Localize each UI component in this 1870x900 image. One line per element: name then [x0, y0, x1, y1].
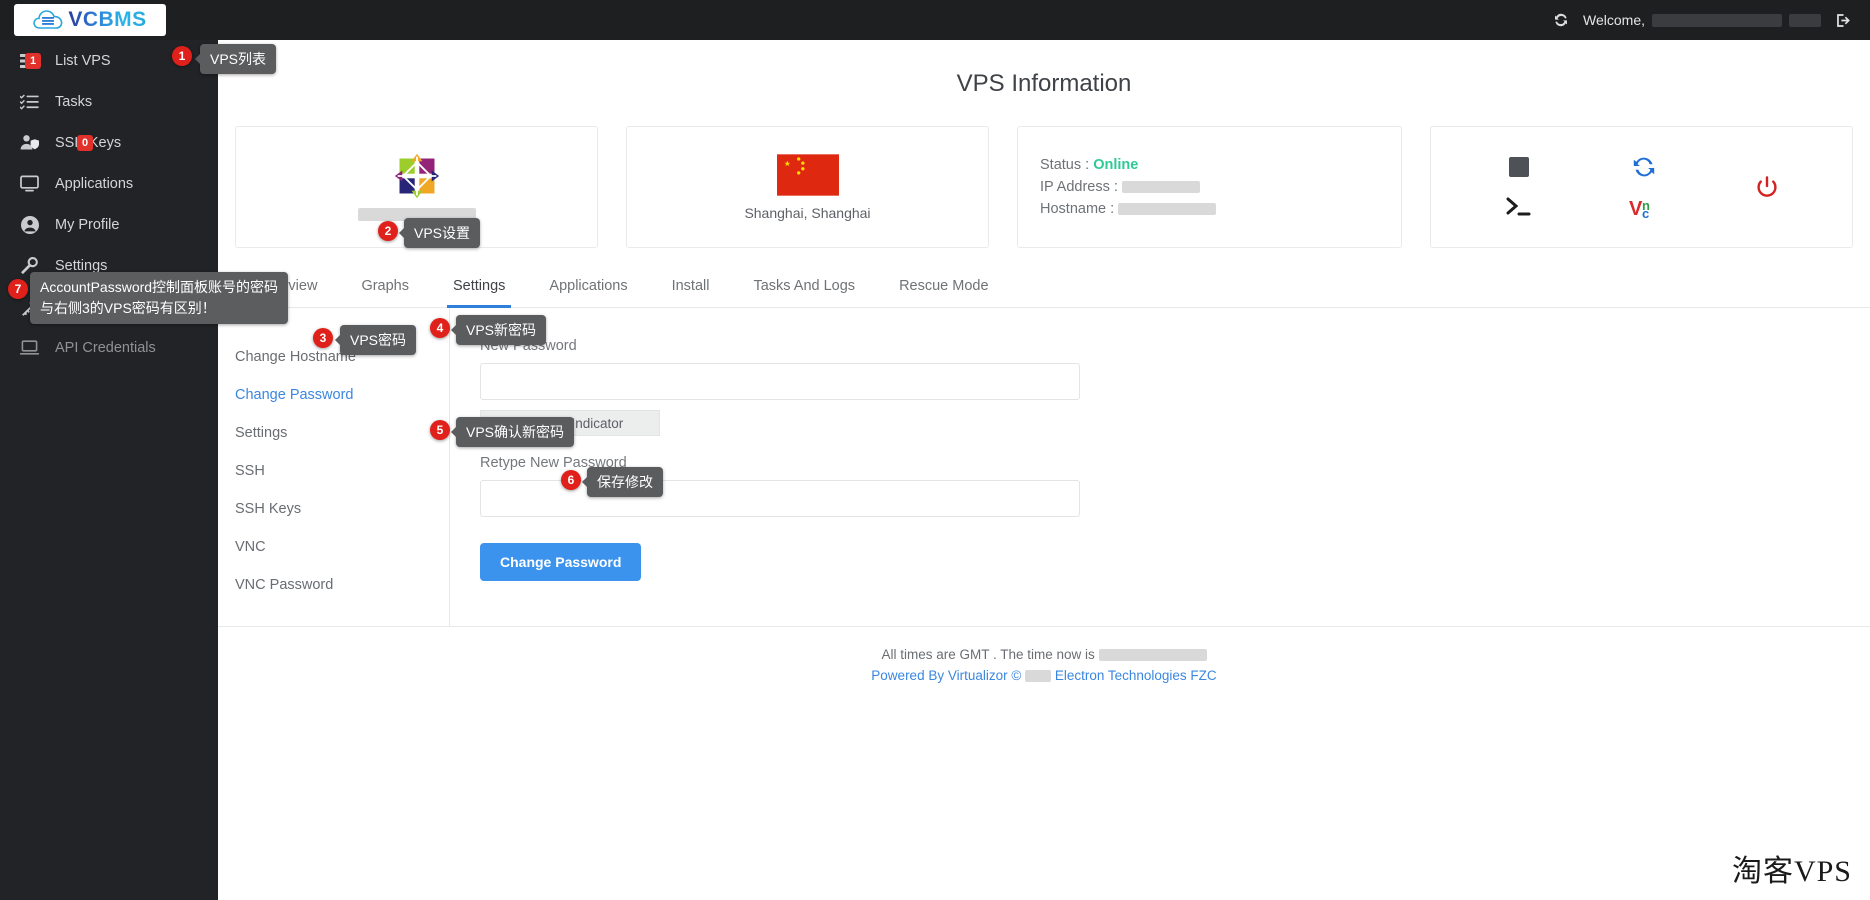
welcome-text: Welcome,: [1583, 12, 1821, 28]
vps-info-card: Status : Online IP Address : Hostname :: [1017, 126, 1402, 248]
page-footer: All times are GMT . The time now is Powe…: [218, 626, 1870, 683]
sidebar-badge-ssh-keys: 0: [77, 135, 93, 151]
sidebar-badge-list-vps: 1: [25, 53, 41, 69]
hostname-label: Hostname :: [1040, 201, 1114, 217]
welcome-label: Welcome,: [1583, 12, 1645, 28]
annotation-tip-3: VPS密码: [340, 325, 416, 355]
vps-tabs: Overview Graphs Settings Applications In…: [218, 248, 1870, 308]
tab-tasks-and-logs[interactable]: Tasks And Logs: [731, 274, 877, 307]
username-redacted-2: [1789, 14, 1821, 27]
sidebar-item-ssh-keys[interactable]: SSH Keys 0: [0, 122, 218, 163]
annotation-marker-5: 5: [430, 420, 450, 440]
submenu-item-change-password[interactable]: Change Password: [218, 376, 449, 414]
laptop-code-icon: [17, 340, 42, 356]
annotation-tip-2: VPS设置: [404, 218, 480, 248]
main-content: VPS Information: [218, 40, 1870, 900]
annotation-marker-7: 7: [8, 279, 28, 299]
submenu-item-ssh-keys[interactable]: SSH Keys: [218, 490, 449, 528]
ip-line: IP Address :: [1040, 178, 1200, 197]
annotation-marker-4: 4: [430, 318, 450, 338]
location-card: Shanghai, Shanghai: [626, 126, 989, 248]
tasks-list-icon: [17, 94, 42, 110]
ip-value-redacted: [1122, 181, 1200, 193]
watermark: 淘客VPS: [1732, 846, 1852, 890]
tab-graphs[interactable]: Graphs: [339, 274, 431, 307]
retype-password-label: Retype New Password: [480, 455, 1080, 471]
annotation-marker-1: 1: [172, 46, 192, 66]
footer-year-redacted: [1025, 670, 1051, 682]
actions-col-3: [1755, 175, 1779, 199]
status-label: Status :: [1040, 157, 1089, 173]
annotation-tip-4: VPS新密码: [456, 315, 546, 345]
status-badge: Online: [1093, 157, 1138, 173]
powered-by-virtualizor-link[interactable]: Powered By Virtualizor ©: [871, 668, 1021, 683]
sidebar-item-label: Tasks: [55, 94, 92, 110]
footer-credits: Powered By Virtualizor © Electron Techno…: [218, 668, 1870, 683]
tab-rescue-mode[interactable]: Rescue Mode: [877, 274, 1010, 307]
submenu-item-settings[interactable]: Settings: [218, 414, 449, 452]
username-redacted: [1652, 14, 1782, 27]
stop-square-icon[interactable]: [1508, 156, 1530, 178]
svg-text:V: V: [1629, 198, 1643, 219]
sidebar-item-label: API Credentials: [55, 340, 156, 356]
vnc-logo-icon[interactable]: V n c: [1629, 197, 1659, 219]
ssh-keys-user-icon: [17, 134, 42, 151]
location-caption: Shanghai, Shanghai: [744, 205, 870, 221]
sidebar-item-tasks[interactable]: Tasks: [0, 81, 218, 122]
hostname-value-redacted: [1118, 203, 1216, 215]
top-bar-right: Welcome,: [1553, 12, 1870, 29]
change-password-form: New Password Strength Indicator Retype N…: [450, 308, 1080, 626]
annotation-marker-2: 2: [378, 221, 398, 241]
sidebar-item-label: My Profile: [55, 217, 119, 233]
sidebar-item-label: List VPS: [55, 53, 111, 69]
app-logo[interactable]: VCBMS: [14, 4, 166, 36]
refresh-icon[interactable]: [1553, 12, 1569, 28]
submenu-item-ssh[interactable]: SSH: [218, 452, 449, 490]
annotation-tip-6: 保存修改: [587, 467, 663, 497]
annotation-tip-7: AccountPassword控制面板账号的密码 与右侧3的VPS密码有区别！: [30, 272, 288, 324]
electron-technologies-link[interactable]: Electron Technologies FZC: [1055, 668, 1217, 683]
change-password-button[interactable]: Change Password: [480, 543, 641, 581]
annotation-tip-5: VPS确认新密码: [456, 417, 574, 447]
annotation-marker-6: 6: [561, 470, 581, 490]
annotation-tip-1: VPS列表: [200, 44, 276, 74]
monitor-icon: [17, 175, 42, 192]
svg-text:c: c: [1642, 206, 1649, 219]
footer-time-redacted: [1099, 649, 1207, 661]
actions-col-1: [1505, 156, 1533, 218]
tab-settings[interactable]: Settings: [431, 274, 527, 307]
power-off-icon[interactable]: [1755, 175, 1779, 199]
sidebar-item-api-credentials[interactable]: API Credentials: [0, 327, 218, 368]
sidebar-item-label: Applications: [55, 176, 133, 192]
annotation-marker-3: 3: [313, 328, 333, 348]
hostname-line: Hostname :: [1040, 200, 1216, 219]
sidebar-item-my-profile[interactable]: My Profile: [0, 204, 218, 245]
settings-content: Change Hostname Change Password Settings…: [218, 308, 1870, 626]
tab-install[interactable]: Install: [650, 274, 732, 307]
submenu-item-vnc[interactable]: VNC: [218, 528, 449, 566]
app-logo-text: VCBMS: [68, 8, 146, 32]
cloud-server-icon: [33, 9, 63, 31]
logout-icon[interactable]: [1835, 12, 1852, 29]
centos-logo-icon: [394, 153, 440, 199]
page-title: VPS Information: [218, 40, 1870, 98]
restart-refresh-icon[interactable]: [1632, 155, 1656, 179]
status-line: Status : Online: [1040, 156, 1138, 175]
settings-submenu: Change Hostname Change Password Settings…: [218, 308, 450, 626]
sidebar: List VPS 1 Tasks SSH Keys 0: [0, 40, 218, 900]
actions-col-2: V n c: [1629, 155, 1659, 219]
submenu-item-vnc-password[interactable]: VNC Password: [218, 566, 449, 604]
new-password-input[interactable]: [480, 363, 1080, 400]
ip-label: IP Address :: [1040, 179, 1118, 195]
vps-actions-card: V n c: [1430, 126, 1853, 248]
tab-applications[interactable]: Applications: [527, 274, 649, 307]
china-flag-icon: [777, 154, 839, 196]
console-terminal-icon[interactable]: [1505, 196, 1533, 218]
user-circle-icon: [17, 216, 42, 234]
new-password-label: New Password: [480, 338, 1080, 354]
sidebar-item-applications[interactable]: Applications: [0, 163, 218, 204]
top-bar: VCBMS Welcome,: [0, 0, 1870, 40]
footer-time-prefix: All times are GMT . The time now is: [881, 647, 1094, 662]
footer-time-line: All times are GMT . The time now is: [218, 647, 1870, 662]
